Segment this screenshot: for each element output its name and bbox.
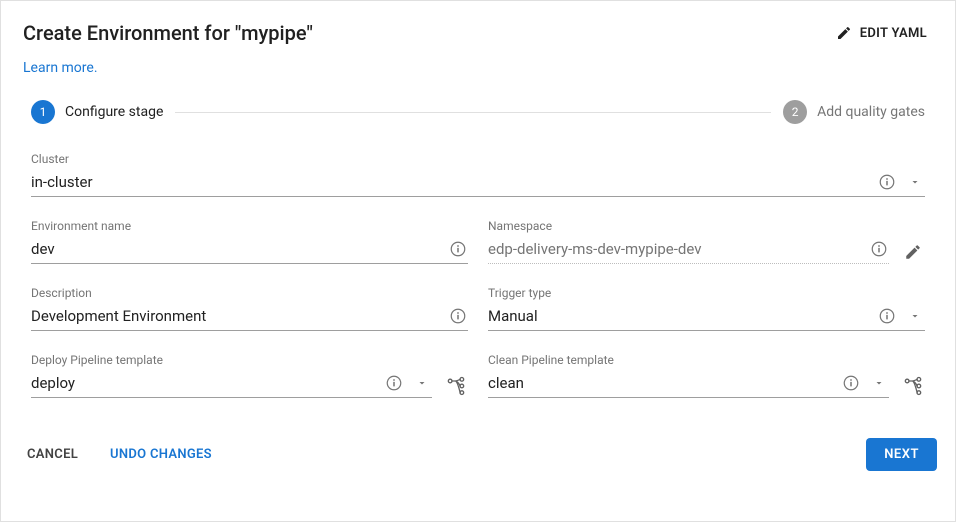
step-1-label: Configure stage	[65, 104, 163, 120]
info-icon[interactable]	[448, 306, 468, 326]
description-input[interactable]	[31, 307, 440, 325]
undo-changes-button[interactable]: UNDO CHANGES	[98, 439, 224, 470]
stepper-line	[175, 112, 771, 113]
info-icon[interactable]	[841, 373, 861, 393]
info-icon[interactable]	[448, 239, 468, 259]
step-2-label: Add quality gates	[817, 104, 925, 120]
description-label: Description	[31, 286, 468, 300]
chevron-down-icon[interactable]	[905, 306, 925, 326]
stepper: 1 Configure stage 2 Add quality gates	[1, 100, 955, 152]
environment-name-input[interactable]	[31, 240, 440, 258]
namespace-input	[488, 240, 861, 258]
environment-name-label: Environment name	[31, 219, 468, 233]
branch-icon[interactable]	[444, 374, 468, 398]
namespace-label: Namespace	[488, 219, 925, 233]
branch-icon[interactable]	[901, 374, 925, 398]
edit-icon[interactable]	[901, 240, 925, 264]
next-button[interactable]: NEXT	[866, 438, 937, 471]
clean-pipeline-field: Clean Pipeline template	[488, 353, 925, 398]
page-title: Create Environment for "mypipe"	[23, 21, 313, 45]
learn-more-link[interactable]: Learn more.	[23, 60, 98, 76]
step-configure-stage[interactable]: 1 Configure stage	[31, 100, 163, 124]
trigger-type-input[interactable]	[488, 307, 869, 325]
step-quality-gates[interactable]: 2 Add quality gates	[783, 100, 925, 124]
description-field: Description	[31, 286, 468, 331]
deploy-pipeline-input[interactable]	[31, 374, 376, 392]
namespace-field: Namespace	[488, 219, 925, 264]
chevron-down-icon[interactable]	[412, 373, 432, 393]
clean-pipeline-label: Clean Pipeline template	[488, 353, 925, 367]
edit-yaml-button[interactable]: EDIT YAML	[836, 25, 927, 41]
chevron-down-icon[interactable]	[905, 172, 925, 192]
info-icon[interactable]	[877, 306, 897, 326]
chevron-down-icon[interactable]	[869, 373, 889, 393]
info-icon[interactable]	[384, 373, 404, 393]
environment-name-field: Environment name	[31, 219, 468, 264]
edit-yaml-label: EDIT YAML	[860, 26, 927, 41]
info-icon[interactable]	[869, 239, 889, 259]
cancel-button[interactable]: CANCEL	[15, 439, 90, 470]
cluster-label: Cluster	[31, 152, 925, 166]
info-icon[interactable]	[877, 172, 897, 192]
deploy-pipeline-label: Deploy Pipeline template	[31, 353, 468, 367]
trigger-type-field: Trigger type	[488, 286, 925, 331]
pencil-icon	[836, 25, 852, 41]
deploy-pipeline-field: Deploy Pipeline template	[31, 353, 468, 398]
step-2-number: 2	[783, 100, 807, 124]
cluster-field: Cluster	[31, 152, 925, 197]
clean-pipeline-input[interactable]	[488, 374, 833, 392]
trigger-type-label: Trigger type	[488, 286, 925, 300]
step-1-number: 1	[31, 100, 55, 124]
cluster-input[interactable]	[31, 173, 869, 191]
